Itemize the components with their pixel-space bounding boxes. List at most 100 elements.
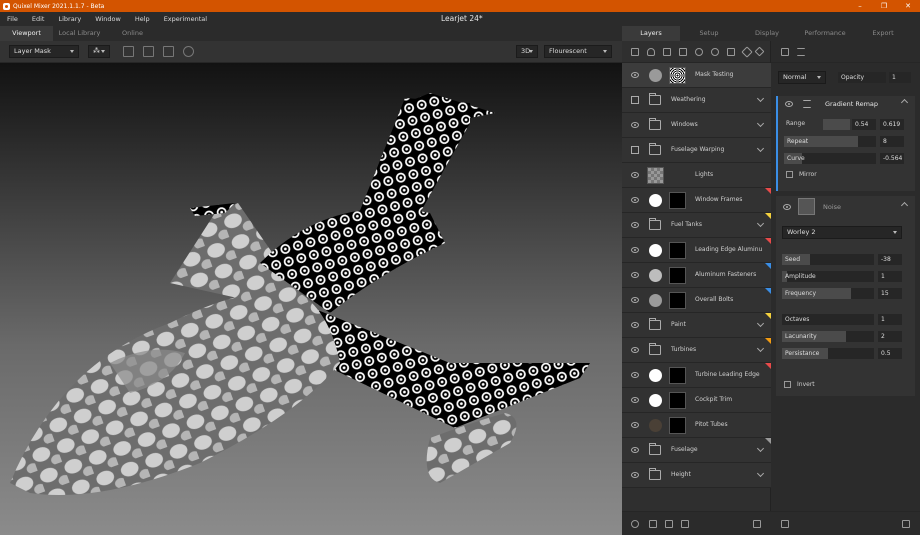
amplitude-value[interactable]: 1 xyxy=(878,271,902,282)
collapse-icon[interactable] xyxy=(900,201,909,210)
minimize-icon[interactable]: – xyxy=(848,0,872,12)
fill-icon[interactable] xyxy=(695,48,703,56)
layer-row[interactable]: Fuel Tanks xyxy=(622,213,771,238)
curve-value[interactable]: -0.564 xyxy=(880,153,904,164)
layer-row[interactable]: Fuselage xyxy=(622,438,771,463)
lacunarity-slider[interactable]: Lacunarity xyxy=(782,331,874,342)
close-icon[interactable]: ✕ xyxy=(896,0,920,12)
persistance-value[interactable]: 0.5 xyxy=(878,348,902,359)
chevron-down-icon[interactable] xyxy=(756,119,765,128)
eye-icon[interactable] xyxy=(631,222,639,228)
layer-row[interactable]: Overall Bolts xyxy=(622,288,771,313)
layer-mask-thumbnail[interactable] xyxy=(647,167,664,184)
octaves-value[interactable]: 1 xyxy=(878,314,902,325)
eye-icon[interactable] xyxy=(785,101,793,107)
invert-checkbox[interactable] xyxy=(784,381,791,388)
layer-mask-thumbnail[interactable] xyxy=(669,292,686,309)
menu-experimental[interactable]: Experimental xyxy=(157,15,214,23)
layer-mask-thumbnail[interactable] xyxy=(669,242,686,259)
layer-mask-thumbnail[interactable] xyxy=(669,392,686,409)
export-icon[interactable] xyxy=(665,520,673,528)
eye-icon[interactable] xyxy=(631,347,639,353)
opacity-value[interactable]: 1 xyxy=(889,72,911,83)
mask-icon[interactable] xyxy=(711,48,719,56)
range-max-value[interactable]: 0.619 xyxy=(880,119,904,130)
blend-mode-dropdown[interactable]: Normal xyxy=(778,71,826,84)
layer-row[interactable]: Cockpit Trim xyxy=(622,388,771,413)
curve-slider[interactable]: Curve xyxy=(784,153,876,164)
chevron-down-icon[interactable] xyxy=(756,144,765,153)
layer-row[interactable]: Paint xyxy=(622,313,771,338)
eye-icon[interactable] xyxy=(783,204,791,210)
tab-online[interactable]: Online xyxy=(106,26,159,41)
eye-icon[interactable] xyxy=(631,447,639,453)
eye-icon[interactable] xyxy=(631,322,639,328)
collapse-icon[interactable] xyxy=(900,98,909,107)
chevron-down-icon[interactable] xyxy=(756,319,765,328)
smart-material-icon[interactable] xyxy=(631,520,639,528)
trash-icon[interactable] xyxy=(902,520,910,528)
repeat-slider[interactable]: Repeat xyxy=(784,136,876,147)
channel-dropdown[interactable]: ⁂ xyxy=(88,45,110,58)
eye-icon[interactable] xyxy=(631,122,639,128)
frequency-slider[interactable]: Frequency xyxy=(782,288,874,299)
eye-icon[interactable] xyxy=(631,197,639,203)
add-layer-icon[interactable] xyxy=(631,48,639,56)
layer-mask-thumbnail[interactable] xyxy=(669,67,686,84)
menu-edit[interactable]: Edit xyxy=(25,15,52,23)
maximize-icon[interactable]: ❐ xyxy=(872,0,896,12)
layer-row[interactable]: Weathering xyxy=(622,88,771,113)
eye-icon[interactable] xyxy=(631,422,639,428)
eye-icon[interactable] xyxy=(631,297,639,303)
image-icon[interactable] xyxy=(123,46,134,57)
persistance-slider[interactable]: Persistance xyxy=(782,348,874,359)
tab-setup[interactable]: Setup xyxy=(680,26,738,41)
lacunarity-value[interactable]: 2 xyxy=(878,331,902,342)
chevron-down-icon[interactable] xyxy=(756,444,765,453)
paint-icon[interactable] xyxy=(647,48,655,56)
visibility-checkbox[interactable] xyxy=(631,96,639,104)
menu-window[interactable]: Window xyxy=(88,15,128,23)
range-slider[interactable] xyxy=(823,119,850,130)
menu-file[interactable]: File xyxy=(0,15,25,23)
layer-color-swatch[interactable] xyxy=(649,294,662,307)
mask-mode-dropdown[interactable]: Layer Mask xyxy=(9,45,79,58)
eye-icon[interactable] xyxy=(631,272,639,278)
eye-icon[interactable] xyxy=(631,397,639,403)
layer-color-swatch[interactable] xyxy=(649,194,662,207)
noise-type-dropdown[interactable]: Worley 2 xyxy=(782,226,902,239)
solid-icon[interactable] xyxy=(679,48,687,56)
layer-mask-thumbnail[interactable] xyxy=(669,417,686,434)
tab-export[interactable]: Export xyxy=(854,26,912,41)
surface-icon[interactable] xyxy=(663,48,671,56)
layer-color-swatch[interactable] xyxy=(649,394,662,407)
grid-3x3-icon[interactable] xyxy=(163,46,174,57)
grid-2x2-icon[interactable] xyxy=(143,46,154,57)
eye-icon[interactable] xyxy=(631,372,639,378)
layer-mask-thumbnail[interactable] xyxy=(669,192,686,209)
chevron-down-icon[interactable] xyxy=(756,219,765,228)
octaves-slider[interactable]: Octaves xyxy=(782,314,874,325)
amplitude-slider[interactable]: Amplitude xyxy=(782,271,874,282)
lighting-dropdown[interactable]: Flourescent xyxy=(544,45,612,58)
layer-row[interactable]: Pitot Tubes xyxy=(622,413,771,438)
layer-color-swatch[interactable] xyxy=(649,244,662,257)
brush-icon[interactable] xyxy=(741,46,753,58)
range-min-value[interactable]: 0.54 xyxy=(852,119,876,130)
layer-row[interactable]: Turbine Leading Edge xyxy=(622,363,771,388)
layer-row[interactable]: Leading Edge Aluminu xyxy=(622,238,771,263)
mirror-checkbox[interactable] xyxy=(786,171,793,178)
repeat-value[interactable]: 8 xyxy=(880,136,904,147)
menu-library[interactable]: Library xyxy=(51,15,88,23)
sphere-icon[interactable] xyxy=(183,46,194,57)
tab-display[interactable]: Display xyxy=(738,26,796,41)
tab-local-library[interactable]: Local Library xyxy=(53,26,106,41)
layer-row[interactable]: Mask Testing xyxy=(622,63,771,88)
viewport-canvas[interactable] xyxy=(0,63,622,535)
layer-row[interactable]: Turbines xyxy=(622,338,771,363)
adjust-icon[interactable] xyxy=(727,48,735,56)
layer-row[interactable]: Height xyxy=(622,463,771,488)
layer-color-swatch[interactable] xyxy=(649,69,662,82)
chevron-down-icon[interactable] xyxy=(756,94,765,103)
chevron-down-icon[interactable] xyxy=(756,469,765,478)
